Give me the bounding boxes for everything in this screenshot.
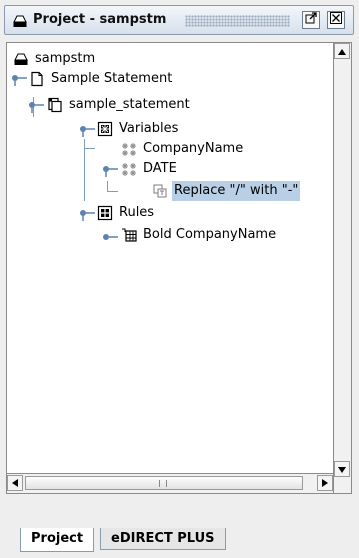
tree-node-sampstm[interactable]: sampstm xyxy=(13,49,97,69)
arrow-left-icon xyxy=(12,476,18,491)
tab-project[interactable]: Project xyxy=(20,528,95,552)
tree-node-label: DATE xyxy=(143,161,177,176)
tree-node-label: Variables xyxy=(119,121,179,136)
statement-icon xyxy=(47,97,63,113)
titlebar-grip xyxy=(185,15,290,27)
close-icon xyxy=(330,12,342,28)
project-icon xyxy=(12,13,28,29)
rule-icon xyxy=(121,227,137,243)
project-panel: Project - sampstm sampstm Sample Stateme… xyxy=(2,2,356,555)
project-icon xyxy=(13,51,29,67)
thumb-grip xyxy=(159,480,167,487)
rules-folder-icon xyxy=(97,205,113,221)
tree-line xyxy=(107,191,118,192)
project-tree[interactable]: sampstm Sample Statement sample_statemen… xyxy=(6,42,334,474)
arrow-down-icon xyxy=(338,462,346,477)
tree-node-companyname[interactable]: CompanyName xyxy=(121,139,245,159)
variable-icon xyxy=(121,141,137,157)
tree-node-variables[interactable]: Variables xyxy=(97,119,180,139)
expand-handle[interactable] xyxy=(102,165,120,177)
scroll-left-button[interactable] xyxy=(7,475,23,491)
tree-line xyxy=(84,191,85,201)
tree-node-label: sample_statement xyxy=(69,97,190,112)
arrow-right-icon xyxy=(322,476,328,491)
tree-node-label: Sample Statement xyxy=(51,71,173,86)
tree-node-label: Replace "/" with "-" xyxy=(172,181,301,201)
tab-edirect-plus[interactable]: eDIRECT PLUS xyxy=(100,528,226,550)
tree-node-label: Bold CompanyName xyxy=(143,227,277,242)
arrow-up-icon xyxy=(338,44,346,59)
tree-node-sample-statement[interactable]: Sample Statement xyxy=(29,69,174,89)
tree-node-sample-statement-file[interactable]: sample_statement xyxy=(47,95,192,115)
panel-tabs: Project eDIRECT PLUS xyxy=(6,522,356,552)
document-icon xyxy=(29,71,45,87)
scroll-up-button[interactable] xyxy=(334,43,350,59)
tree-node-bold-companyname[interactable]: Bold CompanyName xyxy=(121,225,278,245)
collapse-handle[interactable] xyxy=(102,231,120,243)
variable-icon xyxy=(121,161,137,177)
scroll-down-button[interactable] xyxy=(334,461,350,477)
tree-line xyxy=(84,139,85,192)
tree-node-date[interactable]: DATE xyxy=(121,159,179,179)
tree-node-replace-transform[interactable]: Replace "/" with "-" xyxy=(152,181,301,201)
scroll-corner xyxy=(334,494,352,514)
close-button[interactable] xyxy=(327,11,345,29)
tree-node-label: CompanyName xyxy=(143,141,244,156)
variables-folder-icon xyxy=(97,121,113,137)
transform-icon xyxy=(152,183,168,199)
tree-node-label: Rules xyxy=(119,205,155,220)
scroll-right-button[interactable] xyxy=(317,475,333,491)
tree-line xyxy=(84,148,95,149)
float-button[interactable] xyxy=(302,11,320,29)
horizontal-scrollbar[interactable] xyxy=(6,474,334,494)
panel-title: Project - sampstm xyxy=(33,12,167,27)
tree-node-rules[interactable]: Rules xyxy=(97,203,156,223)
expand-handle[interactable] xyxy=(11,74,29,86)
vertical-scrollbar[interactable] xyxy=(334,42,352,494)
float-icon xyxy=(305,12,317,28)
expand-handle[interactable] xyxy=(79,125,97,137)
horizontal-scroll-thumb[interactable] xyxy=(25,476,303,490)
panel-titlebar[interactable]: Project - sampstm xyxy=(4,5,354,35)
expand-handle[interactable] xyxy=(79,209,97,221)
expand-handle[interactable] xyxy=(28,101,46,113)
tree-node-label: sampstm xyxy=(35,51,96,66)
